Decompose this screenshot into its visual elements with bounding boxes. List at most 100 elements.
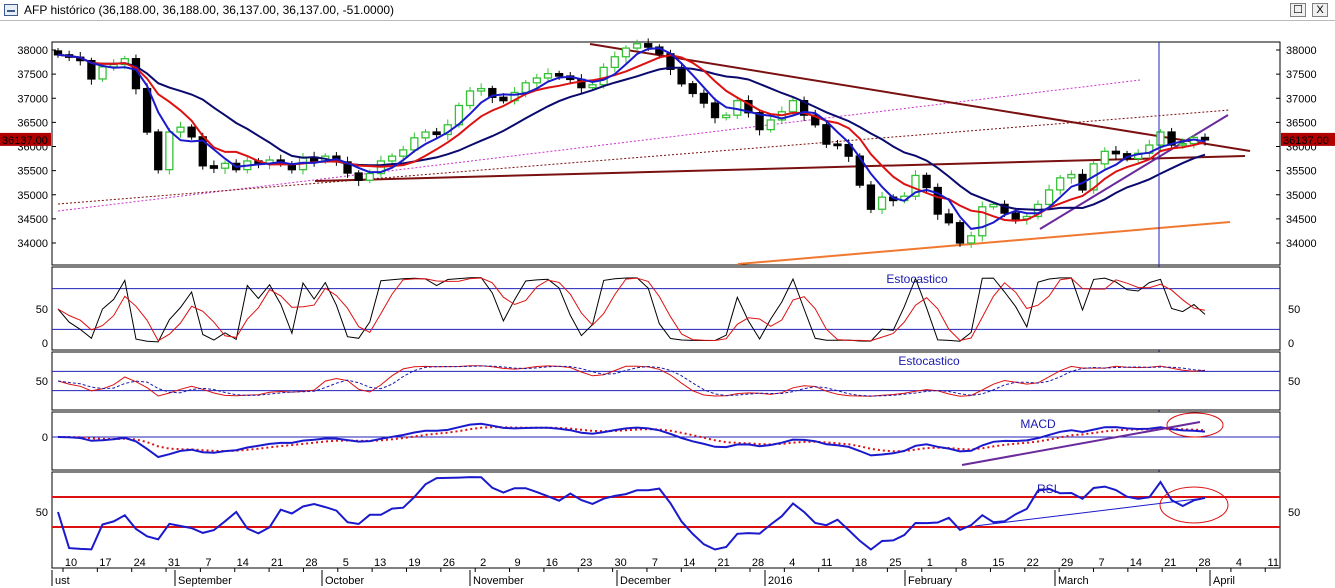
date-axis-label: 14 (683, 557, 695, 569)
candle (877, 196, 887, 210)
price-axis-label-right: 35000 (1286, 190, 1317, 202)
price-axis-label-right: 34500 (1286, 214, 1317, 226)
month-axis-label: 2016 (768, 575, 792, 587)
candle (922, 174, 931, 189)
candle (1011, 212, 1020, 220)
date-axis-label: 31 (168, 557, 180, 569)
candle (955, 222, 965, 244)
candle (632, 43, 642, 49)
oscillator-axis-label: 50 (36, 304, 48, 316)
candle (944, 213, 954, 224)
panel-title-rsi: RSI (1037, 482, 1057, 496)
candle (621, 47, 631, 58)
candle (1178, 142, 1187, 146)
candle (933, 186, 942, 215)
price-axis-label-left: 38000 (17, 45, 48, 57)
candle (1056, 177, 1065, 191)
panel-title-stochastic-2: Estocastico (898, 354, 960, 368)
candle (1200, 136, 1210, 141)
candle (1044, 189, 1054, 206)
price-axis-label-left: 36500 (17, 117, 48, 129)
candle (532, 77, 541, 84)
month-axis-label: December (620, 575, 671, 587)
candle (1067, 173, 1076, 179)
date-axis-label: 8 (961, 557, 967, 569)
chart-area[interactable]: 38000 38000 37500 37500 37000 37000 36500 36500… (0, 20, 1335, 588)
oscillator-axis-label: 50 (1288, 507, 1300, 519)
candle (1100, 150, 1109, 165)
candle (465, 90, 475, 107)
month-axis-label: February (908, 575, 953, 587)
candle (354, 172, 363, 181)
date-axis-label: 21 (1164, 557, 1176, 569)
candle (220, 162, 230, 169)
price-axis-label-left: 37500 (17, 69, 48, 81)
candle (554, 72, 564, 77)
oscillator-axis-label: 50 (1288, 304, 1300, 316)
date-axis-label: 11 (821, 557, 832, 569)
candle (699, 92, 709, 104)
candle (966, 235, 976, 244)
date-axis-label: 26 (443, 557, 455, 569)
price-axis-label-left: 35000 (17, 190, 48, 202)
date-axis-label: 15 (992, 557, 1004, 569)
date-axis-label: 17 (99, 557, 111, 569)
candle (588, 84, 597, 89)
maximize-button[interactable]: ☐ (1290, 3, 1306, 17)
candle (142, 87, 152, 133)
month-axis-label: April (1213, 575, 1235, 587)
date-axis-label: 7 (205, 557, 211, 569)
candle (98, 66, 107, 80)
date-axis-label: 21 (271, 557, 283, 569)
stochastic-slow-panel (51, 351, 1281, 411)
last-price-label-right: 36137.00 (1283, 135, 1329, 147)
candle (833, 143, 842, 147)
date-axis-label: 14 (1130, 557, 1142, 569)
date-axis-label: 9 (514, 557, 520, 569)
candle (866, 184, 876, 210)
candle (365, 172, 374, 181)
candle (722, 114, 731, 119)
candle (1111, 150, 1121, 155)
date-axis-label: 7 (652, 557, 658, 569)
price-panel-frame (51, 41, 1281, 266)
candle (599, 66, 608, 86)
candle (688, 83, 697, 95)
candle (387, 155, 397, 162)
candle (989, 203, 998, 208)
date-axis-label: 4 (789, 557, 795, 569)
date-axis-label: 23 (580, 557, 592, 569)
candle (477, 87, 486, 92)
candle (209, 165, 219, 169)
candle (644, 43, 653, 48)
date-axis-label: 28 (752, 557, 764, 569)
candle (766, 119, 775, 131)
date-axis-label: 22 (1027, 557, 1039, 569)
candle (521, 82, 530, 94)
chart-app-icon (4, 4, 18, 16)
oscillator-axis-label: 50 (36, 507, 48, 519)
candle (432, 131, 441, 136)
date-axis-label: 29 (1061, 557, 1073, 569)
date-axis-label: 28 (1198, 557, 1210, 569)
price-axis-label-left: 37000 (17, 93, 48, 105)
date-axis-label: 2 (480, 557, 486, 569)
close-button[interactable]: X (1312, 3, 1328, 17)
oscillator-axis-label: 0 (1288, 338, 1294, 350)
oscillator-axis-label: 50 (1288, 376, 1300, 388)
price-axis-label-right: 38000 (1286, 45, 1317, 57)
date-axis-label: 13 (374, 557, 386, 569)
candle (399, 149, 408, 157)
price-axis-label-right: 36500 (1286, 117, 1317, 129)
month-axis-label: September (178, 575, 232, 587)
candle (165, 131, 174, 171)
candle (788, 100, 798, 113)
window-title: AFP histórico (36,188.00, 36,188.00, 36,… (24, 3, 395, 17)
price-axis-label-right: 34000 (1286, 238, 1317, 250)
title-bar: AFP histórico (36,188.00, 36,188.00, 36,… (0, 0, 1335, 21)
oscillator-axis-label: 0 (42, 432, 48, 444)
date-axis-label: 5 (343, 557, 349, 569)
date-axis-label: 30 (614, 557, 626, 569)
price-axis-label-left: 34000 (17, 238, 48, 250)
date-axis-label: 4 (1236, 557, 1242, 569)
